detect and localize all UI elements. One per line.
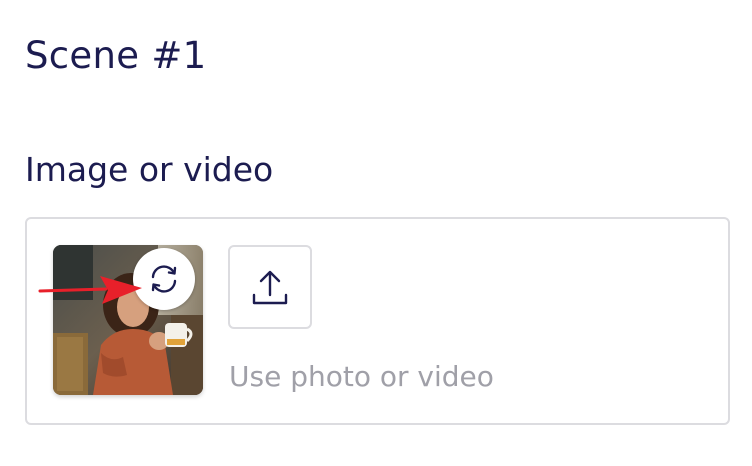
upload-hint-text: Use photo or video: [229, 360, 494, 393]
upload-media-button[interactable]: [228, 245, 312, 329]
replace-media-button[interactable]: [133, 248, 195, 310]
media-picker-panel: Use photo or video: [25, 217, 730, 425]
media-thumbnail[interactable]: [53, 245, 203, 395]
upload-icon: [252, 270, 288, 305]
media-section-label: Image or video: [25, 150, 274, 189]
scene-editor: Scene #1 Image or video Use photo or vid…: [0, 0, 752, 466]
scene-title: Scene #1: [25, 34, 207, 77]
replace-icon: [151, 265, 177, 293]
